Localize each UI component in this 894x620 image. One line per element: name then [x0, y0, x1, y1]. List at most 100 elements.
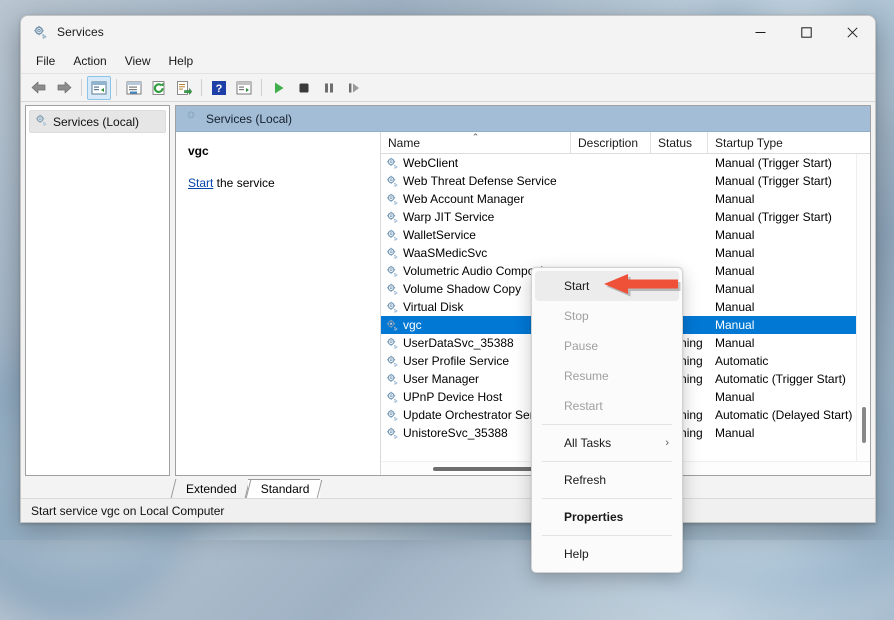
tab-label: Standard: [261, 482, 310, 496]
view-tabs: Extended Standard: [21, 476, 875, 498]
tree-node-label: Services (Local): [53, 115, 139, 129]
column-header-label: Name: [388, 136, 420, 150]
cell-name-label: vgc: [403, 318, 422, 332]
status-bar-text: Start service vgc on Local Computer: [31, 504, 224, 518]
toolbar-separator-4: [261, 79, 262, 96]
menu-item-label: Start: [564, 279, 589, 293]
cell-name-label: Virtual Disk: [403, 300, 463, 314]
menu-item-stop: Stop: [535, 301, 679, 331]
services-gear-icon: [385, 156, 399, 170]
services-gear-icon: [385, 354, 399, 368]
cell-startup-type-label: Manual: [715, 228, 754, 242]
cell-name: Web Account Manager: [381, 192, 571, 206]
menu-item-all-tasks[interactable]: All Tasks›: [535, 428, 679, 458]
context-menu[interactable]: StartStopPauseResumeRestartAll Tasks›Ref…: [531, 267, 683, 573]
toolbar: ?: [21, 74, 875, 102]
toolbar-separator-3: [201, 79, 202, 96]
vertical-scrollbar-thumb[interactable]: [862, 407, 866, 443]
column-header-startup-type[interactable]: Startup Type: [708, 132, 876, 153]
restart-service-button[interactable]: [342, 76, 366, 100]
menu-help[interactable]: Help: [160, 51, 203, 71]
cell-startup-type: Manual: [708, 264, 870, 278]
menu-item-help[interactable]: Help: [535, 539, 679, 569]
detail-service-name: vgc: [188, 144, 370, 158]
services-gear-icon: [385, 300, 399, 314]
table-row[interactable]: Web Account ManagerManual: [381, 190, 870, 208]
cell-startup-type: Manual (Trigger Start): [708, 210, 870, 224]
start-service-button[interactable]: [267, 76, 291, 100]
close-button[interactable]: [829, 16, 875, 48]
menu-bar: File Action View Help: [21, 48, 875, 74]
cell-name-label: WalletService: [403, 228, 476, 242]
services-gear-icon: [385, 174, 399, 188]
menu-item-refresh[interactable]: Refresh: [535, 465, 679, 495]
table-row[interactable]: Warp JIT Service Manual (Trigger Start): [381, 208, 870, 226]
toolbar-separator-2: [116, 79, 117, 96]
tab-extended[interactable]: Extended: [173, 479, 248, 498]
show-hide-action-pane-button[interactable]: [122, 76, 146, 100]
cell-startup-type-label: Manual (Trigger Start): [715, 210, 832, 224]
stop-service-button[interactable]: [292, 76, 316, 100]
table-row[interactable]: Web Threat Defense ServiceManual (Trigge…: [381, 172, 870, 190]
cell-name-label: WebClient: [403, 156, 458, 170]
services-gear-icon: [385, 246, 399, 260]
table-row[interactable]: WebClient Manual (Trigger Start): [381, 154, 870, 172]
menu-item-resume: Resume: [535, 361, 679, 391]
menu-item-label: Help: [564, 547, 589, 561]
services-gear-icon: [385, 228, 399, 242]
services-gear-icon: [32, 24, 48, 40]
cell-startup-type: Manual (Trigger Start): [708, 156, 870, 170]
properties-button[interactable]: [232, 76, 256, 100]
cell-name-label: UnistoreSvc_35388: [403, 426, 508, 440]
cell-name-label: Volumetric Audio Composit.: [403, 264, 550, 278]
services-gear-icon: [385, 390, 399, 404]
export-list-button[interactable]: [172, 76, 196, 100]
cell-startup-type: Manual: [708, 426, 870, 440]
start-service-link[interactable]: Start: [188, 176, 213, 190]
cell-startup-type: Manual: [708, 336, 870, 350]
maximize-button[interactable]: [783, 16, 829, 48]
refresh-button[interactable]: [147, 76, 171, 100]
menu-view[interactable]: View: [116, 51, 160, 71]
cell-name-label: UPnP Device Host: [403, 390, 502, 404]
column-header-label: Startup Type: [715, 136, 783, 150]
services-gear-icon: [385, 264, 399, 278]
cell-startup-type-label: Manual: [715, 318, 754, 332]
menu-item-start[interactable]: Start: [535, 271, 679, 301]
cell-startup-type-label: Manual: [715, 282, 754, 296]
console-body: Services (Local) Services (Local): [21, 102, 875, 476]
vertical-scrollbar[interactable]: [856, 154, 870, 461]
title-bar[interactable]: Services: [21, 16, 875, 48]
show-hide-console-tree-button[interactable]: [87, 76, 111, 100]
cell-startup-type-label: Manual: [715, 336, 754, 350]
help-button[interactable]: ?: [207, 76, 231, 100]
cell-startup-type: Manual: [708, 390, 870, 404]
menu-item-label: All Tasks: [564, 436, 611, 450]
column-header-name[interactable]: Name ⌃: [381, 132, 571, 153]
back-button[interactable]: [27, 76, 51, 100]
cell-startup-type-label: Manual: [715, 390, 754, 404]
menu-file[interactable]: File: [27, 51, 64, 71]
pause-service-button[interactable]: [317, 76, 341, 100]
column-header-label: Description: [578, 136, 638, 150]
services-gear-icon: [385, 408, 399, 422]
cell-startup-type: Manual: [708, 300, 870, 314]
menu-item-label: Refresh: [564, 473, 606, 487]
column-header-description[interactable]: Description: [571, 132, 651, 153]
cell-name-label: Volume Shadow Copy: [403, 282, 521, 296]
forward-button[interactable]: [52, 76, 76, 100]
detail-action-suffix: the service: [213, 176, 274, 190]
table-row[interactable]: WaaSMedicSvcManual: [381, 244, 870, 262]
column-header-status[interactable]: Status: [651, 132, 708, 153]
sort-ascending-icon: ⌃: [472, 133, 480, 141]
cell-name-label: Warp JIT Service: [403, 210, 494, 224]
tree-node-services-local[interactable]: Services (Local): [29, 110, 166, 133]
table-row[interactable]: WalletService Manual: [381, 226, 870, 244]
menu-action[interactable]: Action: [64, 51, 115, 71]
menu-item-restart: Restart: [535, 391, 679, 421]
tab-standard[interactable]: Standard: [248, 479, 321, 498]
menu-item-label: Restart: [564, 399, 603, 413]
cell-name: WebClient: [381, 156, 571, 170]
minimize-button[interactable]: [737, 16, 783, 48]
menu-item-properties[interactable]: Properties: [535, 502, 679, 532]
